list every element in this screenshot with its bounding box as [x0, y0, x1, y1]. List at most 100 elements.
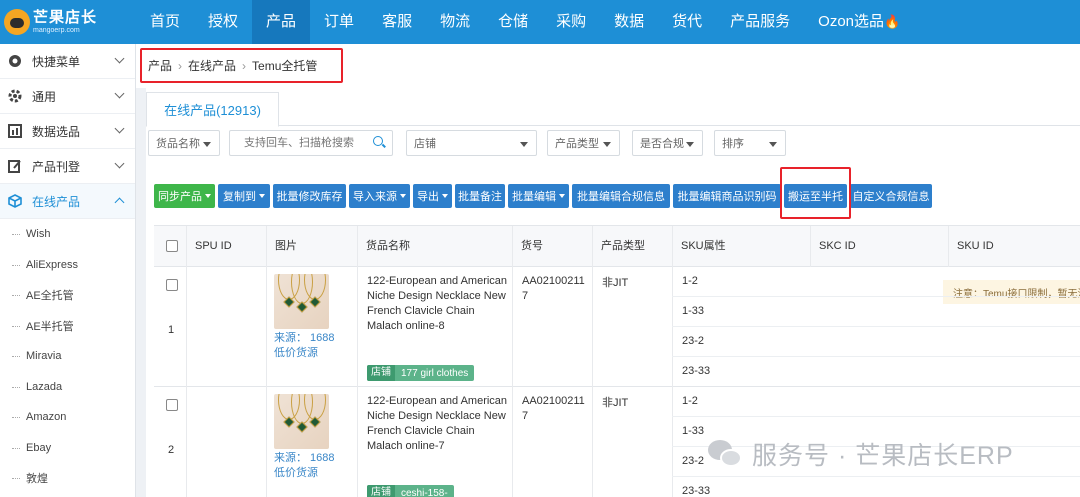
source-label: 来源： 1688 [274, 332, 335, 344]
chart-icon [8, 124, 22, 138]
sidebar-item-miravia[interactable]: Miravia [0, 341, 135, 372]
chevron-down-icon [114, 158, 125, 169]
sidebar-item-ebay[interactable]: Ebay [0, 433, 135, 464]
sort-select[interactable]: 排序 [714, 130, 786, 156]
sku-attr-cell: 23-33 [682, 365, 711, 377]
nav-orders[interactable]: 订单 [310, 0, 368, 44]
import-source-button[interactable]: 导入来源 [349, 184, 410, 208]
sidebar-item-dhgate[interactable]: 敦煌 [0, 463, 135, 494]
nav-home[interactable]: 首页 [136, 0, 194, 44]
batch-edit-button[interactable]: 批量编辑 [508, 184, 569, 208]
copy-to-button[interactable]: 复制到 [218, 184, 270, 208]
caret-down-icon [769, 142, 777, 147]
sidebar-item-aliexpress[interactable]: AliExpress [0, 250, 135, 281]
batch-product-code-button[interactable]: 批量编辑商品识别码 [673, 184, 781, 208]
compliance-select[interactable]: 是否合规 [632, 130, 703, 156]
product-name[interactable]: 122-European and American Niche Design N… [367, 274, 513, 334]
tab-online-products[interactable]: 在线产品(12913) [146, 92, 279, 127]
sku-attr-cell: 1-2 [672, 267, 1080, 297]
product-thumbnail[interactable] [274, 274, 329, 329]
sidebar-item-lazada[interactable]: Lazada [0, 372, 135, 403]
sync-products-label: 同步产品 [158, 191, 202, 203]
logo[interactable]: 芒果店长 mangoerp.com [0, 0, 136, 44]
caret-down-icon [205, 194, 211, 198]
product-source[interactable]: 来源： 1688 低价货源 [274, 331, 335, 361]
compliance-select-value: 是否合规 [640, 138, 684, 150]
export-button[interactable]: 导出 [413, 184, 452, 208]
chevron-down-icon [114, 123, 125, 134]
nav-forwarder[interactable]: 货代 [658, 0, 716, 44]
custom-compliance-button[interactable]: 自定义合规信息 [850, 184, 932, 208]
table-header: SPU ID 图片 货品名称 货号 产品类型 SKU属性 SKC ID SKU … [154, 225, 1080, 267]
nav-warehouse[interactable]: 仓储 [484, 0, 542, 44]
store-select[interactable]: 店铺 [406, 130, 537, 156]
batch-note-button[interactable]: 批量备注 [455, 184, 505, 208]
sku-attr-cell: 1-2 [672, 387, 1080, 417]
nav-authorize[interactable]: 授权 [194, 0, 252, 44]
product-source[interactable]: 来源： 1688 低价货源 [274, 451, 335, 481]
product-name[interactable]: 122-European and American Niche Design N… [367, 394, 513, 454]
sidebar-item-ae-full-managed[interactable]: AE全托管 [0, 280, 135, 311]
sidebar-group-shortcuts[interactable]: 快捷菜单 [0, 44, 135, 79]
store-badge: 店铺 ceshi-158- [367, 485, 454, 497]
nav-customer-service[interactable]: 客服 [368, 0, 426, 44]
product-type: 非JIT [602, 277, 629, 289]
gear-icon [8, 89, 22, 103]
caret-down-icon [442, 194, 448, 198]
sidebar-item-wish[interactable]: Wish [0, 219, 135, 250]
batch-stock-button[interactable]: 批量修改库存 [273, 184, 346, 208]
sidebar-group-data-selection[interactable]: 数据选品 [0, 114, 135, 149]
sidebar-group-listing[interactable]: 产品刊登 [0, 149, 135, 184]
product-thumbnail[interactable] [274, 394, 329, 449]
product-type-select[interactable]: 产品类型 [547, 130, 620, 156]
nav-logistics[interactable]: 物流 [426, 0, 484, 44]
source-label-2: 低价货源 [274, 467, 318, 479]
tab-bar: 在线产品(12913) [146, 92, 1080, 127]
fire-icon: 🔥 [884, 14, 901, 29]
sku-attr-cell: 23-2 [672, 327, 1080, 357]
sidebar-group-general[interactable]: 通用 [0, 79, 135, 114]
table-row: 1 来源： 1688 低价货源 122-European and America… [154, 267, 1080, 387]
sidebar-item-ae-semi-managed[interactable]: AE半托管 [0, 311, 135, 342]
chevron-down-icon [114, 53, 125, 64]
chevron-right-icon: › [242, 58, 247, 73]
logo-title: 芒果店长 [33, 9, 98, 26]
caret-down-icon [259, 194, 265, 198]
source-label: 来源： 1688 [274, 452, 335, 464]
breadcrumb-item-products[interactable]: 产品 [148, 57, 172, 74]
row-checkbox[interactable] [166, 399, 178, 411]
store-badge-value: 177 girl clothes [401, 367, 469, 379]
sync-products-button[interactable]: 同步产品 [154, 184, 215, 208]
col-spu-id: SPU ID [186, 226, 266, 267]
sidebar-item-amazon[interactable]: Amazon [0, 402, 135, 433]
caret-down-icon [559, 194, 565, 198]
batch-edit-label: 批量编辑 [512, 191, 556, 203]
select-all-checkbox[interactable] [166, 240, 178, 252]
caret-down-icon [400, 194, 406, 198]
field-select[interactable]: 货品名称 [148, 130, 220, 156]
nav-products[interactable]: 产品 [252, 0, 311, 44]
watermark: 服务号 · 芒果店长ERP [708, 437, 1014, 471]
logo-subtitle: mangoerp.com [33, 27, 80, 34]
caret-down-icon [203, 142, 211, 147]
store-badge-key: 店铺 [367, 365, 395, 381]
nav-ozon[interactable]: Ozon选品🔥 [804, 0, 914, 44]
search-input[interactable] [229, 130, 393, 156]
sidebar-group-online-products[interactable]: 在线产品 [0, 184, 135, 219]
breadcrumb-item-online-products[interactable]: 在线产品 [188, 57, 236, 74]
nav-data[interactable]: 数据 [600, 0, 658, 44]
nav-product-service[interactable]: 产品服务 [716, 0, 804, 44]
row-checkbox[interactable] [166, 279, 178, 291]
batch-compliance-button[interactable]: 批量编辑合规信息 [572, 184, 670, 208]
sidebar-group-label: 产品刊登 [32, 159, 81, 174]
col-item-no: 货号 [512, 226, 592, 267]
row-number: 1 [168, 324, 175, 336]
col-product-name: 货品名称 [357, 226, 512, 267]
source-label-2: 低价货源 [274, 347, 318, 359]
breadcrumb-bar: 产品 › 在线产品 › Temu全托管 [136, 44, 1080, 88]
col-image: 图片 [266, 226, 357, 267]
search-icon[interactable] [373, 136, 383, 146]
highlight-box [780, 167, 851, 219]
col-sku-attr: SKU属性 [672, 226, 810, 267]
nav-purchase[interactable]: 采购 [542, 0, 600, 44]
